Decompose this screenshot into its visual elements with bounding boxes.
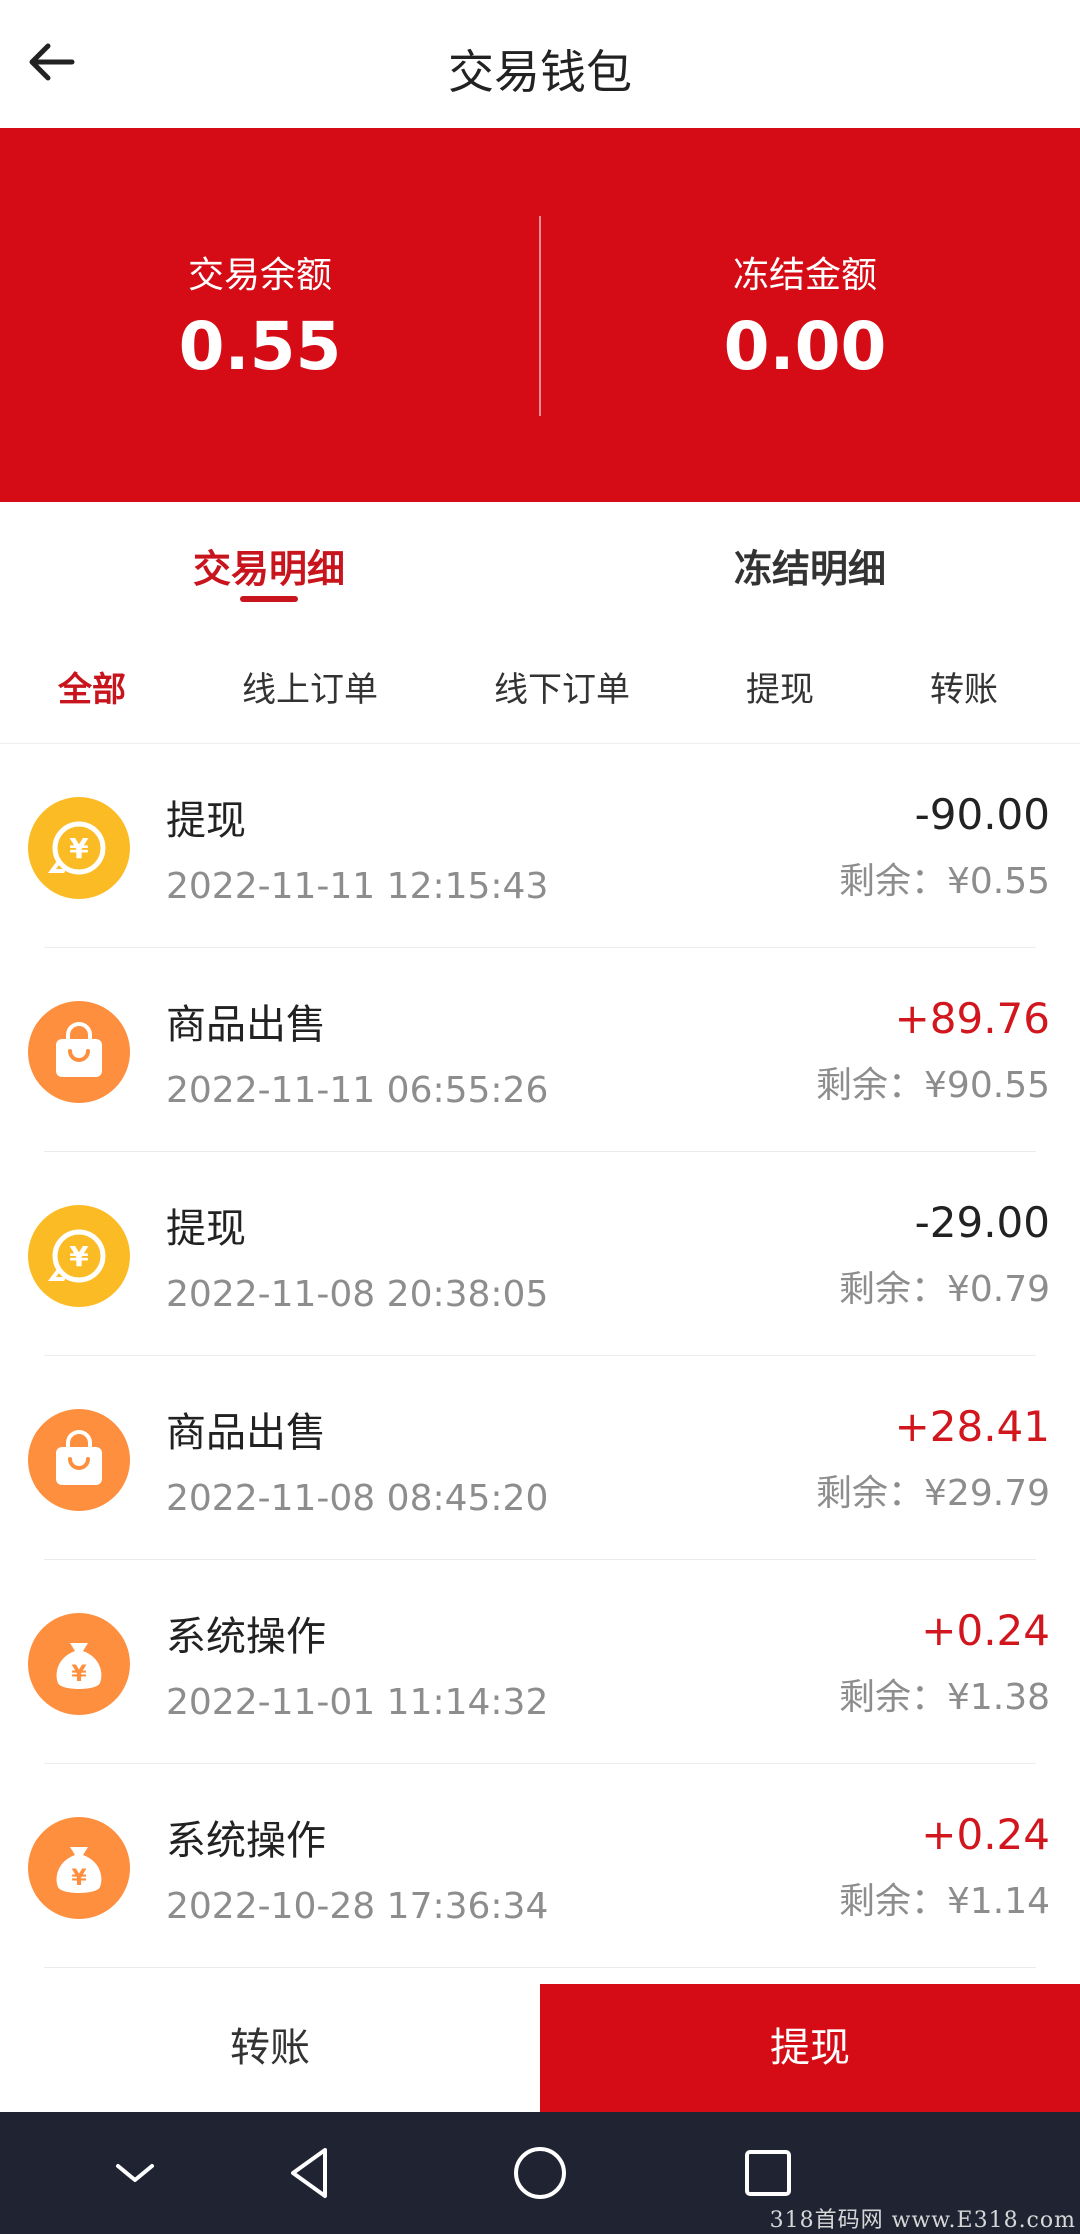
balance-banner: 交易余额 0.55 冻结金额 0.00 [0,128,1080,502]
transaction-amount: +0.24 [921,1810,1050,1859]
trade-balance-panel: 交易余额 0.55 [0,128,540,502]
transaction-amount: -29.00 [914,1198,1050,1247]
trade-balance-value: 0.55 [178,308,342,385]
transaction-row[interactable]: ¥ 提现 2022-11-11 12:15:43 -90.00 剩余：¥0.55 [0,744,1080,948]
frozen-balance-panel: 冻结金额 0.00 [540,128,1080,502]
transaction-time: 2022-10-28 17:36:34 [166,1886,549,1927]
transaction-row[interactable]: 商品出售 2022-11-08 08:45:20 +28.41 剩余：¥29.7… [0,1356,1080,1560]
filter-withdraw[interactable]: 提现 [746,662,814,711]
transfer-button[interactable]: 转账 [0,1984,540,2112]
transaction-title: 商品出售 [166,1002,326,1048]
transaction-amount: +0.24 [921,1606,1050,1655]
transaction-remaining: 剩余：¥90.55 [816,1065,1050,1106]
transaction-time: 2022-11-08 20:38:05 [166,1274,549,1315]
transaction-list: ¥ 提现 2022-11-11 12:15:43 -90.00 剩余：¥0.55… [0,744,1080,1984]
row-divider [44,1967,1036,1968]
app-header: 交易钱包 [0,0,1080,128]
watermark-text: 318首码网 www.E318.com [769,2208,1076,2233]
filter-all[interactable]: 全部 [58,662,126,711]
detail-tabs: 交易明细 冻结明细 [0,502,1080,628]
transaction-row[interactable]: ¥ 提现 2022-11-08 20:38:05 -29.00 剩余：¥0.79 [0,1152,1080,1356]
chevron-down-icon[interactable] [100,2138,170,2208]
svg-text:¥: ¥ [69,1240,89,1273]
back-triangle-icon[interactable] [275,2138,345,2208]
filter-online-orders[interactable]: 线上订单 [242,662,378,711]
transaction-title: 商品出售 [166,1410,326,1456]
filter-bar: 全部 线上订单 线下订单 提现 转账 [0,628,1080,744]
transaction-amount: -90.00 [914,790,1050,839]
tab-active-indicator [240,596,298,602]
svg-text:¥: ¥ [69,832,89,865]
home-circle-icon[interactable] [505,2138,575,2208]
transaction-row[interactable]: 商品出售 2022-11-11 06:55:26 +89.76 剩余：¥90.5… [0,948,1080,1152]
recents-square-icon[interactable] [733,2138,803,2208]
transaction-title: 系统操作 [166,1818,326,1864]
shopping-bag-icon [28,1409,130,1511]
system-navbar: 318首码网 www.E318.com [0,2112,1080,2234]
page-title: 交易钱包 [448,45,632,99]
shopping-bag-icon [28,1001,130,1103]
transaction-title: 提现 [166,798,246,844]
withdraw-icon: ¥ [28,797,130,899]
filter-offline-orders[interactable]: 线下订单 [494,662,630,711]
tab-trade-details[interactable]: 交易明细 [119,538,419,593]
transaction-amount: +28.41 [894,1402,1050,1451]
svg-text:¥: ¥ [71,1662,87,1687]
transaction-time: 2022-11-08 08:45:20 [166,1478,549,1519]
withdraw-icon: ¥ [28,1205,130,1307]
transaction-remaining: 剩余：¥1.14 [838,1881,1050,1922]
transaction-title: 系统操作 [166,1614,326,1660]
frozen-balance-label: 冻结金额 [732,255,877,296]
transaction-time: 2022-11-11 12:15:43 [166,866,549,907]
trade-balance-label: 交易余额 [187,255,332,296]
svg-text:¥: ¥ [71,1866,87,1891]
transaction-remaining: 剩余：¥29.79 [816,1473,1050,1514]
tab-frozen-details[interactable]: 冻结明细 [660,538,960,593]
transaction-remaining: 剩余：¥0.79 [838,1269,1050,1310]
frozen-balance-value: 0.00 [723,308,887,385]
transaction-time: 2022-11-01 11:14:32 [166,1682,549,1723]
transaction-time: 2022-11-11 06:55:26 [166,1070,549,1111]
money-bag-icon: ¥ [28,1613,130,1715]
transaction-row[interactable]: ¥ 系统操作 2022-10-28 17:36:34 +0.24 剩余：¥1.1… [0,1764,1080,1968]
transaction-remaining: 剩余：¥1.38 [838,1677,1050,1718]
withdraw-button[interactable]: 提现 [540,1984,1080,2112]
transaction-remaining: 剩余：¥0.55 [838,861,1050,902]
bottom-actions: 转账 提现 [0,1984,1080,2112]
money-bag-icon: ¥ [28,1817,130,1919]
filter-transfer[interactable]: 转账 [930,662,998,711]
transaction-title: 提现 [166,1206,246,1252]
transaction-amount: +89.76 [894,994,1050,1043]
transaction-row[interactable]: ¥ 系统操作 2022-11-01 11:14:32 +0.24 剩余：¥1.3… [0,1560,1080,1764]
